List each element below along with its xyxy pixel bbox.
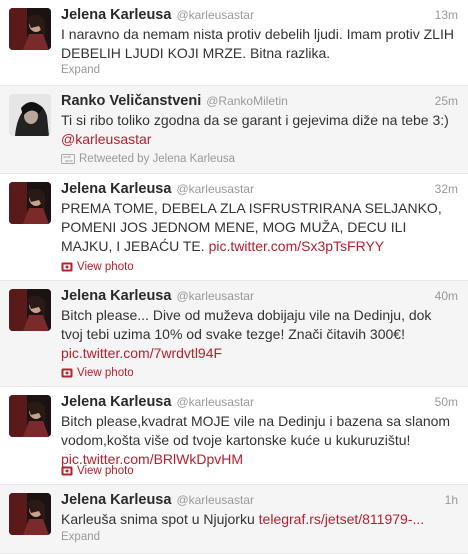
author-name[interactable]: Jelena Karleusa: [61, 288, 171, 304]
author-name[interactable]: Jelena Karleusa: [61, 492, 171, 508]
expand-link[interactable]: Expand: [61, 531, 100, 543]
avatar[interactable]: [9, 182, 51, 224]
avatar[interactable]: [9, 8, 51, 50]
tweet-text: Ti si ribo toliko zgodna da se garant i …: [61, 111, 456, 149]
tweet-text-body: Ti si ribo toliko zgodna da se garant i …: [61, 112, 449, 128]
avatar[interactable]: [9, 289, 51, 331]
avatar[interactable]: [9, 94, 51, 136]
tweet-item[interactable]: Jelena Karleusa @karleusastar 1h Karleuša…: [0, 485, 468, 554]
timestamp[interactable]: 40m: [435, 289, 458, 303]
photo-icon: [61, 368, 73, 378]
tweet-text: I naravno da nemam nista protiv debelih …: [61, 26, 454, 61]
tweet-feed: Jelena Karleusa @karleusastar 13m I narav…: [0, 0, 468, 554]
author-handle[interactable]: @karleusastar: [176, 395, 254, 409]
timestamp[interactable]: 13m: [435, 8, 458, 22]
author-name[interactable]: Jelena Karleusa: [61, 181, 171, 197]
expand-link[interactable]: Expand: [61, 64, 100, 76]
timestamp[interactable]: 1h: [445, 493, 458, 507]
author-handle[interactable]: @karleusastar: [176, 8, 254, 22]
timestamp[interactable]: 32m: [435, 182, 458, 196]
retweet-info: Retweeted by Jelena Karleusa: [61, 153, 235, 165]
tweet-item[interactable]: Jelena Karleusa @karleusastar 50m Bitch p…: [0, 387, 468, 485]
tweet-text: Bitch please,kvadrat MOJE vile na Dedinj…: [61, 412, 456, 469]
view-photo-label[interactable]: View photo: [77, 367, 134, 379]
timestamp[interactable]: 50m: [435, 395, 458, 409]
view-photo-button[interactable]: View photo: [61, 367, 134, 379]
tweet-item[interactable]: Ranko Veličanstveni @RankoMiletin 25m Ti …: [0, 86, 468, 174]
photo-link[interactable]: pic.twitter.com/7wrdvtl94F: [61, 345, 222, 361]
photo-icon: [61, 466, 73, 476]
timestamp[interactable]: 25m: [435, 94, 458, 108]
photo-icon: [61, 262, 73, 272]
view-photo-button[interactable]: View photo: [61, 465, 134, 477]
tweet-text: Karleuša snima spot u Njujorku telegraf.…: [61, 510, 456, 529]
view-photo-label[interactable]: View photo: [77, 261, 134, 273]
tweet-text-body: Karleuša snima spot u Njujorku: [61, 511, 255, 527]
mention-link[interactable]: @karleusastar: [61, 131, 151, 147]
photo-link[interactable]: pic.twitter.com/Sx3pTsFRYY: [209, 238, 385, 254]
author-name[interactable]: Jelena Karleusa: [61, 394, 171, 410]
tweet-text-body: Bitch please... Dive od muževa dobijaju …: [61, 307, 432, 342]
author-handle[interactable]: @karleusastar: [176, 289, 254, 303]
avatar[interactable]: [9, 395, 51, 437]
author-handle[interactable]: @RankoMiletin: [206, 94, 288, 108]
author-handle[interactable]: @karleusastar: [176, 493, 254, 507]
tweet-text: PREMA TOME, DEBELA ZLA ISFRUSTRIRANA SEL…: [61, 199, 456, 256]
view-photo-button[interactable]: View photo: [61, 261, 134, 273]
retweet-label[interactable]: Retweeted by Jelena Karleusa: [79, 153, 235, 165]
view-photo-label[interactable]: View photo: [77, 465, 134, 477]
retweet-icon: [61, 154, 75, 164]
article-link[interactable]: telegraf.rs/jetset/811979-...: [259, 511, 425, 527]
tweet-item[interactable]: Jelena Karleusa @karleusastar 32m PREMA T…: [0, 174, 468, 281]
author-name[interactable]: Jelena Karleusa: [61, 7, 171, 23]
tweet-text: Bitch please... Dive od muževa dobijaju …: [61, 306, 456, 363]
tweet-item[interactable]: Jelena Karleusa @karleusastar 40m Bitch p…: [0, 281, 468, 387]
author-name[interactable]: Ranko Veličanstveni: [61, 93, 201, 109]
author-handle[interactable]: @karleusastar: [176, 182, 254, 196]
tweet-text-body: Bitch please,kvadrat MOJE vile na Dedinj…: [61, 413, 451, 448]
tweet-item[interactable]: Jelena Karleusa @karleusastar 13m I narav…: [0, 0, 468, 86]
avatar[interactable]: [9, 493, 51, 535]
